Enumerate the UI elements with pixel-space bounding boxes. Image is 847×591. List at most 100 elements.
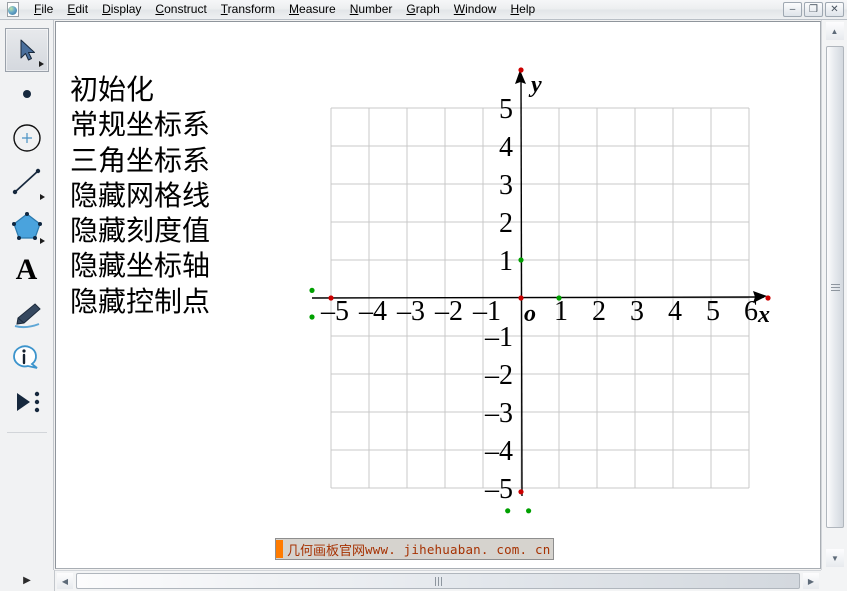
sketchpad-document-icon xyxy=(3,1,23,19)
polygon-tool[interactable] xyxy=(5,204,49,248)
x-tick-label: –3 xyxy=(396,296,425,327)
menu-accelerator: H xyxy=(510,1,520,16)
axis-tick-labels: –5 –4 –3 –2 –1 1 2 3 4 5 654321–1–2–3–4–5 xyxy=(320,94,758,505)
menu-item-construct[interactable]: Construct xyxy=(148,1,213,19)
marker-pen-icon xyxy=(14,303,41,329)
compass-tool[interactable] xyxy=(5,116,49,160)
scroll-grip-icon xyxy=(434,576,442,586)
menu-accelerator: G xyxy=(406,1,416,16)
menu-item-measure[interactable]: Measure xyxy=(282,1,343,19)
x-axis-left-point[interactable] xyxy=(328,295,334,301)
circle-icon xyxy=(12,124,41,152)
free-point-c[interactable] xyxy=(505,508,511,514)
straightedge-tool[interactable] xyxy=(5,160,49,204)
status-arrow-icon: ▶ xyxy=(23,575,31,586)
free-point-a[interactable] xyxy=(309,287,315,293)
free-point-d[interactable] xyxy=(526,508,532,514)
y-tick-label: 5 xyxy=(499,94,513,125)
x-tick-label: 3 xyxy=(630,296,644,327)
y-axis-arrow-point[interactable] xyxy=(518,67,524,73)
free-point-b[interactable] xyxy=(309,314,315,320)
polygon-icon xyxy=(11,212,42,240)
x-tick-label: 2 xyxy=(592,296,606,327)
line-icon xyxy=(12,168,40,195)
x-axis-label: x xyxy=(757,302,770,328)
x-tick-label: 5 xyxy=(706,296,720,327)
y-axis-bottom-point[interactable] xyxy=(518,489,524,495)
scrollbar-corner xyxy=(821,570,847,591)
text-tool[interactable]: A xyxy=(5,248,49,292)
watermark-banner: 几何画板官网 www. jihehuaban. com. cn xyxy=(275,538,555,560)
origin-point[interactable] xyxy=(518,295,524,301)
y-tick-label: 3 xyxy=(499,170,513,201)
status-strip: ▶ xyxy=(0,570,55,591)
custom-tool[interactable] xyxy=(5,380,49,424)
control-points xyxy=(309,67,771,514)
y-tick-label: 2 xyxy=(499,208,513,239)
play-dots-icon xyxy=(16,391,39,413)
letter-a-icon: A xyxy=(15,253,38,286)
origin-label: o xyxy=(524,301,536,327)
menu-item-number[interactable]: Number xyxy=(343,1,400,19)
menu-item-file[interactable]: File xyxy=(27,1,60,19)
straightedge-tool-flyout-icon[interactable] xyxy=(39,194,45,200)
x-tick-label: 4 xyxy=(668,296,682,327)
coordinate-system: –5 –4 –3 –2 –1 1 2 3 4 5 654321–1–2–3–4–5 y x o xyxy=(309,67,771,514)
y-tick-label: 4 xyxy=(499,132,513,163)
watermark-accent-bar xyxy=(276,540,283,558)
vertical-scroll-thumb[interactable] xyxy=(826,46,844,528)
arrow-icon xyxy=(20,39,35,61)
unit-point-x[interactable] xyxy=(556,295,562,301)
menu-item-help[interactable]: Help xyxy=(503,1,542,19)
marker-tool[interactable] xyxy=(5,292,49,336)
menu-accelerator: F xyxy=(34,1,42,16)
x-tick-label: 1 xyxy=(554,296,568,327)
close-button[interactable]: ✕ xyxy=(825,2,844,17)
menu-item-display[interactable]: Display xyxy=(95,1,148,19)
x-tick-label: –4 xyxy=(358,296,387,327)
unit-point-y[interactable] xyxy=(518,257,524,263)
menu-bar: File Edit Display Construct Transform Measure… xyxy=(0,0,847,20)
menu-item-window[interactable]: Window xyxy=(447,1,504,19)
x-tick-label: 6 xyxy=(744,296,758,327)
toolbar-divider xyxy=(6,432,47,433)
y-axis-label: y xyxy=(528,72,542,98)
point-tool[interactable] xyxy=(5,72,49,116)
x-tick-label: –2 xyxy=(434,296,463,327)
scroll-down-button[interactable]: ▼ xyxy=(826,549,844,567)
information-tool[interactable] xyxy=(5,336,49,380)
sketch-canvas[interactable]: 初始化 常规坐标系 三角坐标系 隐藏网格线 隐藏刻度值 隐藏坐标轴 隐藏控制点 –5 –4 –3… xyxy=(55,21,821,569)
y-axis-line xyxy=(520,73,523,497)
horizontal-scroll-thumb[interactable] xyxy=(76,573,800,589)
y-tick-label: –2 xyxy=(484,360,513,391)
scroll-right-button[interactable]: ▶ xyxy=(803,573,819,589)
scroll-up-button[interactable]: ▲ xyxy=(825,22,844,40)
point-icon xyxy=(22,90,31,98)
y-tick-label: –3 xyxy=(484,398,513,429)
menu-item-edit[interactable]: Edit xyxy=(60,1,95,19)
scroll-left-button[interactable]: ◀ xyxy=(57,573,73,589)
y-tick-label: 1 xyxy=(499,246,513,277)
info-bubble-icon xyxy=(12,345,38,369)
restore-button[interactable]: ❐ xyxy=(804,2,823,17)
horizontal-scrollbar[interactable]: ◀ ▶ xyxy=(55,570,821,591)
minimize-button[interactable]: – xyxy=(783,2,802,17)
menu-accelerator: D xyxy=(102,1,111,16)
menu-item-transform[interactable]: Transform xyxy=(214,1,282,19)
x-axis-arrow-point[interactable] xyxy=(765,295,771,301)
vertical-scrollbar[interactable]: ▲ ▼ xyxy=(821,20,847,570)
menu-accelerator: T xyxy=(220,1,228,16)
x-tick-label: –5 xyxy=(320,296,349,327)
watermark-site-name: 几何画板官网 xyxy=(287,543,366,559)
window-controls: – ❐ ✕ xyxy=(783,2,844,17)
menu-accelerator: M xyxy=(289,1,300,16)
menu-accelerator: C xyxy=(155,1,165,16)
arrow-select-tool[interactable] xyxy=(4,28,49,72)
sketchpad-window: File Edit Display Construct Transform Measure… xyxy=(0,0,847,591)
y-tick-label: –4 xyxy=(484,436,513,467)
polygon-tool-flyout-icon[interactable] xyxy=(39,238,45,244)
arrow-tool-flyout-icon[interactable] xyxy=(38,61,44,67)
menu-accelerator: W xyxy=(453,1,466,16)
y-tick-label: –5 xyxy=(484,474,513,505)
menu-item-graph[interactable]: Graph xyxy=(399,1,446,19)
